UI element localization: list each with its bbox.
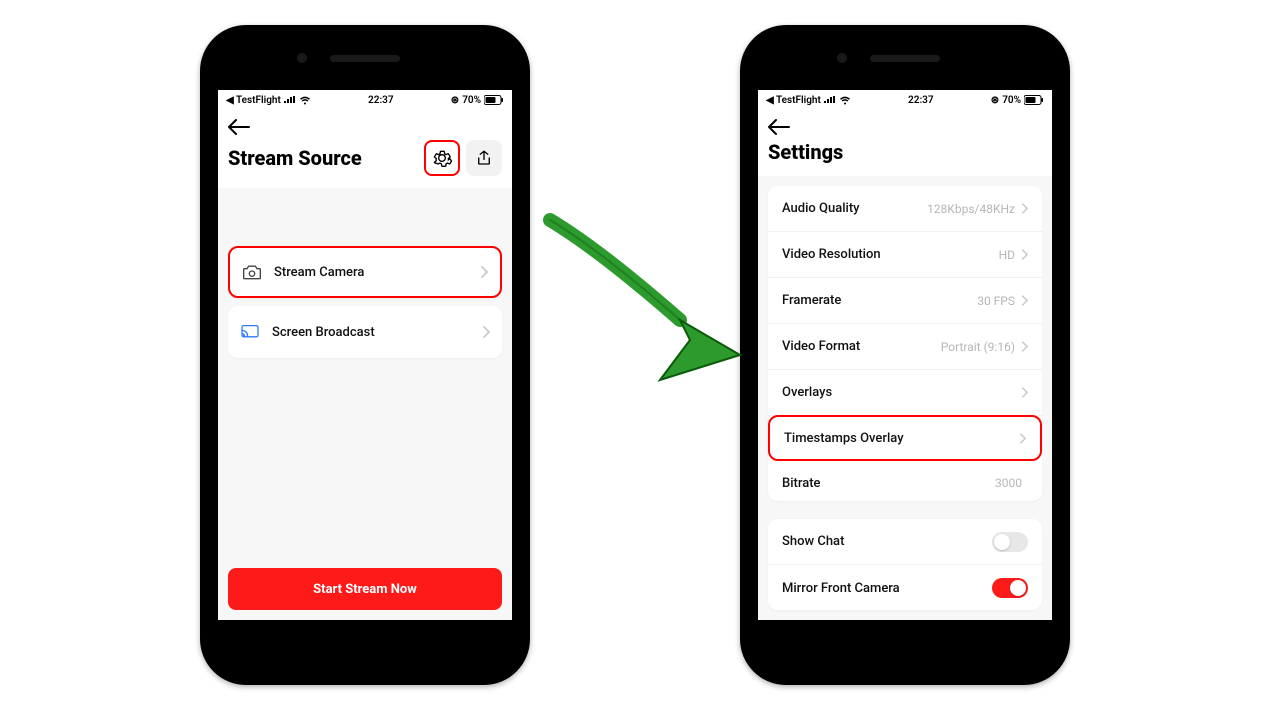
source-label: Screen Broadcast: [272, 325, 470, 340]
toggle-show-chat[interactable]: [992, 532, 1028, 552]
status-time: 22:37: [368, 95, 394, 106]
status-carrier: ◀ TestFlight: [766, 95, 821, 106]
setting-video-format[interactable]: Video Format Portrait (9:16): [768, 324, 1042, 370]
phone-sensor: [297, 53, 307, 63]
phone-frame-left: ◀ TestFlight 22:37 ⊛ 70%: [200, 25, 530, 685]
cast-icon: [240, 324, 260, 340]
start-stream-button[interactable]: Start Stream Now: [228, 568, 502, 610]
source-stream-camera[interactable]: Stream Camera: [228, 246, 502, 298]
setting-video-resolution[interactable]: Video Resolution HD: [768, 232, 1042, 278]
status-location-icon: ⊛: [451, 95, 459, 106]
setting-timestamps-overlay[interactable]: Timestamps Overlay: [768, 415, 1042, 461]
header: Stream Source: [218, 110, 512, 188]
status-battery-pct: 70%: [1002, 95, 1021, 106]
settings-group-main: Audio Quality 128Kbps/48KHz Video Resolu…: [768, 186, 1042, 501]
share-icon: [475, 149, 493, 167]
setting-show-chat[interactable]: Show Chat: [768, 519, 1042, 565]
chevron-right-icon: [1019, 433, 1026, 444]
chevron-right-icon: [1021, 387, 1028, 398]
source-label: Stream Camera: [274, 265, 468, 280]
chevron-right-icon: [1021, 295, 1028, 306]
phone-frame-right: ◀ TestFlight 22:37 ⊛ 70%: [740, 25, 1070, 685]
chevron-right-icon: [1021, 249, 1028, 260]
header: Settings: [758, 110, 1052, 176]
status-bar: ◀ TestFlight 22:37 ⊛ 70%: [218, 90, 512, 110]
chevron-right-icon: [1021, 203, 1028, 214]
wifi-icon: [839, 96, 851, 105]
chevron-right-icon: [482, 326, 490, 338]
setting-audio-quality[interactable]: Audio Quality 128Kbps/48KHz: [768, 186, 1042, 232]
setting-mirror-front-camera[interactable]: Mirror Front Camera: [768, 565, 1042, 610]
chevron-right-icon: [480, 266, 488, 278]
signal-icon: [824, 96, 836, 104]
status-battery-pct: 70%: [462, 95, 481, 106]
page-title: Stream Source: [228, 146, 362, 170]
phone-earpiece: [870, 55, 940, 62]
setting-bitrate[interactable]: Bitrate 3000: [768, 460, 1042, 501]
share-button[interactable]: [466, 140, 502, 176]
phone-sensor: [837, 53, 847, 63]
annotation-arrow: [540, 210, 760, 390]
phone-earpiece: [330, 55, 400, 62]
source-screen-broadcast[interactable]: Screen Broadcast: [228, 306, 502, 358]
battery-icon: [484, 95, 504, 105]
status-location-icon: ⊛: [991, 95, 999, 106]
battery-icon: [1024, 95, 1044, 105]
settings-group-toggles: Show Chat Mirror Front Camera: [768, 519, 1042, 610]
content-area-right: Audio Quality 128Kbps/48KHz Video Resolu…: [758, 176, 1052, 620]
back-icon[interactable]: [768, 119, 790, 135]
page-title: Settings: [768, 140, 843, 164]
setting-framerate[interactable]: Framerate 30 FPS: [768, 278, 1042, 324]
wifi-icon: [299, 96, 311, 105]
camera-icon: [242, 263, 262, 281]
status-carrier: ◀ TestFlight: [226, 95, 281, 106]
status-time: 22:37: [908, 95, 934, 106]
setting-overlays[interactable]: Overlays: [768, 370, 1042, 416]
chevron-right-icon: [1021, 341, 1028, 352]
gear-icon: [432, 148, 452, 168]
content-area-left: Stream Camera Screen Broadcast: [218, 188, 512, 620]
signal-icon: [284, 96, 296, 104]
status-bar: ◀ TestFlight 22:37 ⊛ 70%: [758, 90, 1052, 110]
toggle-mirror-front-camera[interactable]: [992, 578, 1028, 598]
cta-label: Start Stream Now: [313, 582, 417, 597]
back-icon[interactable]: [228, 119, 250, 135]
settings-button[interactable]: [424, 140, 460, 176]
